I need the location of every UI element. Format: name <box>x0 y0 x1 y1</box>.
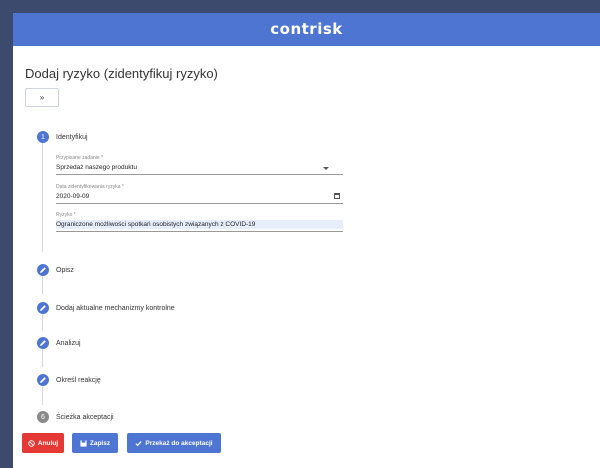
step-label-identyfikuj[interactable]: Identyfikuj <box>56 134 88 141</box>
step-number-circle: 6 <box>37 411 49 423</box>
floppy-disk-icon <box>80 439 87 447</box>
step-connector <box>42 314 43 331</box>
step-connector <box>42 143 43 252</box>
step-edit-circle[interactable] <box>37 374 49 386</box>
task-field-label: Przypisane zadanie * <box>56 155 103 161</box>
app-window: contrisk Dodaj ryzyko (zidentyfikuj ryzy… <box>13 13 600 468</box>
step-connector <box>42 276 43 294</box>
step-label-analizuj[interactable]: Analizuj <box>56 340 81 347</box>
date-field-underline <box>56 203 343 204</box>
pencil-icon <box>40 340 46 346</box>
submit-for-approval-button[interactable]: Przekaż do akceptacji <box>127 433 221 453</box>
page-title: Dodaj ryzyko (zidentyfikuj ryzyko) <box>25 66 218 81</box>
step-connector <box>42 348 43 367</box>
calendar-icon[interactable] <box>334 193 340 199</box>
step-number-circle[interactable]: 1 <box>37 131 49 143</box>
risk-input[interactable]: Ograniczone możliwości spotkań osobistyc… <box>56 221 255 228</box>
risk-field-label: Ryzyko * <box>56 212 76 218</box>
save-button[interactable]: Zapisz <box>72 433 118 453</box>
step-edit-circle[interactable] <box>37 337 49 349</box>
date-field-label: Data zidentyfikowania ryzyka * <box>56 184 124 190</box>
app-logo: contrisk <box>270 20 343 38</box>
top-bar: contrisk <box>13 13 600 46</box>
dropdown-arrow-icon[interactable] <box>323 167 329 170</box>
task-field-underline <box>56 174 343 175</box>
pencil-icon <box>40 305 46 311</box>
step-edit-circle[interactable] <box>37 302 49 314</box>
step-edit-circle[interactable] <box>37 264 49 276</box>
checkmark-icon <box>135 440 142 446</box>
cancel-button[interactable]: Anuluj <box>22 433 64 453</box>
collapse-button[interactable]: » <box>25 88 59 107</box>
pencil-icon <box>40 267 46 273</box>
cancel-icon <box>28 439 35 447</box>
step-label-reakcja[interactable]: Określ reakcję <box>56 377 101 384</box>
risk-field-underline <box>56 231 343 232</box>
step-label-opisz[interactable]: Opisz <box>56 267 74 274</box>
step-label-mechanizmy[interactable]: Dodaj aktualne mechanizmy kontrolne <box>56 305 175 312</box>
double-chevron-down-icon: » <box>39 93 45 102</box>
step-connector <box>42 385 43 405</box>
pencil-icon <box>40 377 46 383</box>
date-input[interactable]: 2020-09-09 <box>56 193 89 200</box>
task-select[interactable]: Sprzedaż naszego produktu <box>56 164 137 171</box>
step-label-sciezka: Ścieżka akceptacji <box>56 414 114 421</box>
